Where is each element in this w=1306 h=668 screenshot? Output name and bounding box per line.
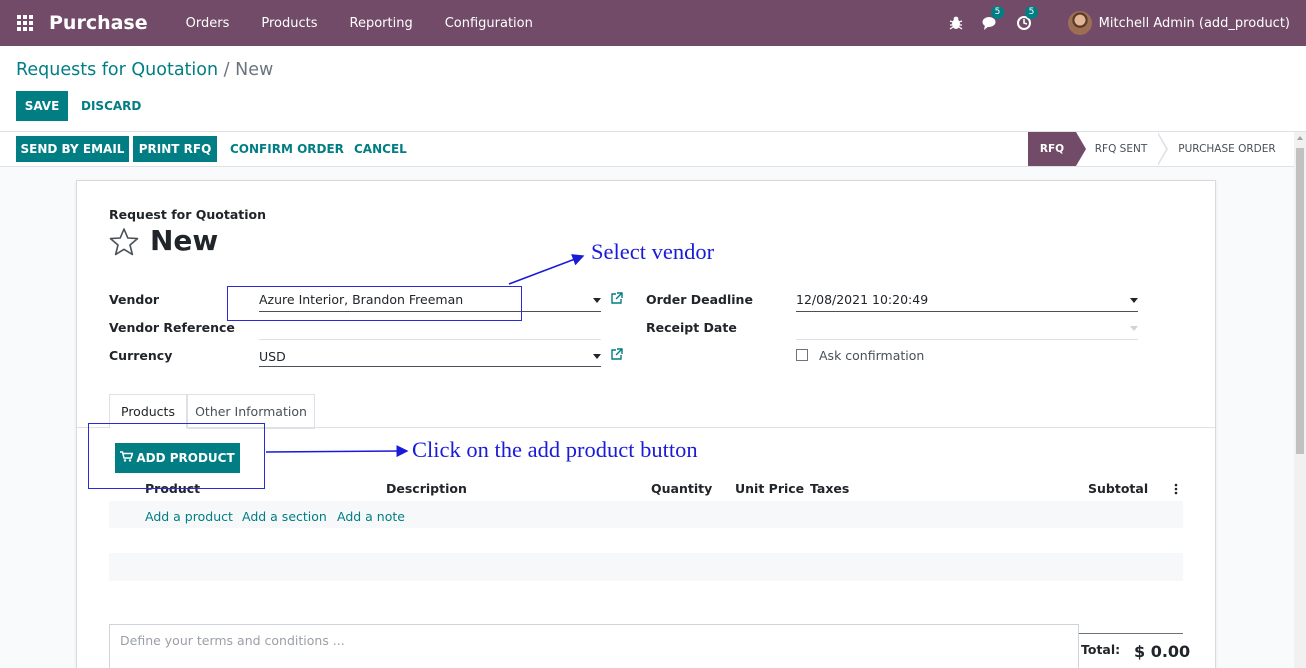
receipt-date-label: Receipt Date [646,320,737,335]
add-product-highlight-box [88,423,265,489]
currency-label: Currency [109,348,173,363]
messages-badge: 5 [990,6,1005,19]
add-section-link[interactable]: Add a section [242,509,327,524]
chat-icon[interactable]: 5 [982,6,1005,31]
print-rfq-button[interactable]: PRINT RFQ [133,136,217,162]
bug-icon[interactable] [948,15,964,31]
column-subtotal[interactable]: Subtotal [1088,481,1148,496]
menu-configuration[interactable]: Configuration [429,16,549,31]
activities-badge: 5 [1024,6,1039,19]
vendor-highlight-box [227,286,522,321]
stage-rfq-sent[interactable]: RFQ SENT [1086,132,1156,166]
scroll-thumb[interactable] [1296,148,1304,454]
column-options-icon[interactable] [1174,483,1178,499]
table-row [109,528,1183,553]
scroll-up-icon[interactable] [1297,136,1303,140]
terms-field[interactable]: Define your terms and conditions ... [109,624,1079,668]
avatar[interactable] [1067,11,1092,35]
receipt-date-dropdown-icon[interactable] [1130,326,1138,331]
breadcrumb-parent[interactable]: Requests for Quotation [16,60,218,80]
order-deadline-underline [796,311,1138,312]
status-bar: SEND BY EMAIL PRINT RFQ CONFIRM ORDER CA… [0,132,1294,167]
menu-orders[interactable]: Orders [170,16,246,31]
user-menu[interactable]: Mitchell Admin (add_product) [1099,16,1290,31]
app-brand[interactable]: Purchase [49,12,148,34]
control-panel: Requests for Quotation / New SAVE DISCAR… [0,46,1306,132]
order-deadline-label: Order Deadline [646,292,753,307]
order-deadline-field[interactable]: 12/08/2021 10:20:49 [796,292,928,307]
navbar-systray: 5 5 Mitchell Admin (add_product) [930,0,1290,46]
total-value: $ 0.00 [1134,642,1191,661]
star-icon[interactable] [109,227,139,261]
apps-icon[interactable] [17,15,33,31]
ask-confirmation-label[interactable]: Ask confirmation [819,348,924,363]
breadcrumb-current: New [235,60,274,80]
add-product-link[interactable]: Add a product [145,509,233,524]
column-description[interactable]: Description [386,481,467,496]
stage-separator [1157,132,1168,166]
send-by-email-button[interactable]: SEND BY EMAIL [16,136,129,162]
discard-button[interactable]: DISCARD [81,91,141,121]
top-navbar: Purchase Orders Products Reporting Confi… [0,0,1306,46]
total-label: Total: [1081,642,1121,657]
column-quantity[interactable]: Quantity [651,481,712,496]
add-note-link[interactable]: Add a note [337,509,405,524]
currency-field[interactable]: USD [259,349,286,364]
page-scrollbar[interactable] [1294,132,1306,668]
vendor-reference-underline [259,339,601,340]
vendor-dropdown-icon[interactable] [593,298,601,303]
currency-underline [259,366,601,367]
menu-reporting[interactable]: Reporting [334,16,429,31]
column-taxes[interactable]: Taxes [810,481,849,496]
menu-products[interactable]: Products [245,16,333,31]
save-button[interactable]: SAVE [16,91,68,121]
confirm-order-button[interactable]: CONFIRM ORDER [230,136,344,162]
add-product-annotation: Click on the add product button [412,437,698,462]
breadcrumb-separator: / [218,60,236,80]
vendor-label: Vendor [109,292,160,307]
vendor-reference-label: Vendor Reference [109,320,235,335]
external-link-icon[interactable] [610,348,623,365]
record-name: New [150,224,219,257]
currency-dropdown-icon[interactable] [593,354,601,359]
order-deadline-dropdown-icon[interactable] [1130,298,1138,303]
clock-icon[interactable]: 5 [1016,6,1039,31]
stage-rfq[interactable]: RFQ [1028,132,1086,166]
select-vendor-annotation: Select vendor [591,239,715,264]
breadcrumb: Requests for Quotation / New [16,60,273,80]
stage-purchase-order[interactable]: PURCHASE ORDER [1170,132,1284,166]
cancel-button[interactable]: CANCEL [354,136,407,162]
receipt-date-underline [796,339,1138,340]
total-divider [1079,633,1183,634]
ask-confirmation-checkbox[interactable] [796,349,808,361]
document-type-label: Request for Quotation [109,207,267,222]
table-row [109,553,1183,581]
external-link-icon[interactable] [610,292,623,309]
column-unit-price[interactable]: Unit Price [735,481,804,496]
